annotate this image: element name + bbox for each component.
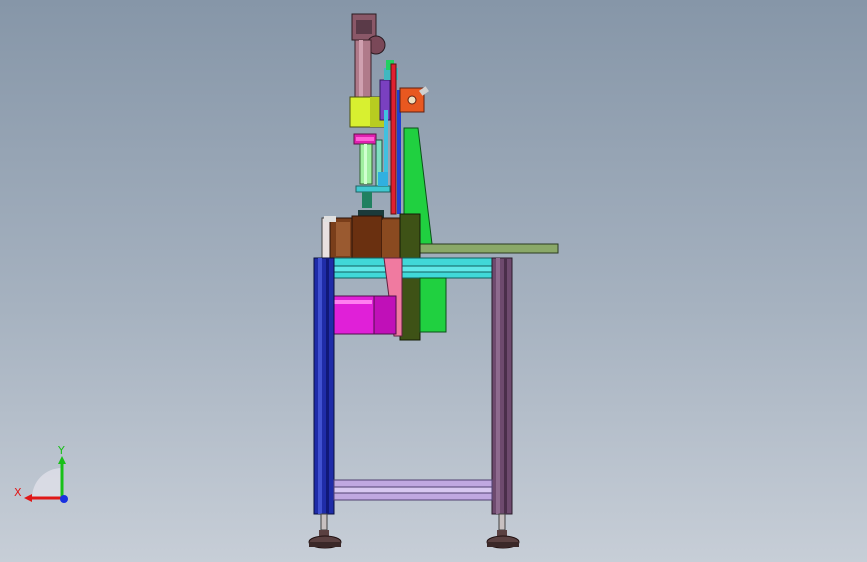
triad-plane-shade bbox=[32, 468, 62, 498]
left-leg bbox=[313, 257, 335, 515]
orientation-triad: Y X bbox=[14, 444, 68, 503]
right-foot bbox=[486, 513, 520, 549]
drum-assembly bbox=[321, 215, 403, 263]
left-foot bbox=[308, 513, 342, 549]
green-lower-block bbox=[419, 277, 447, 333]
table-top bbox=[417, 243, 559, 254]
x-axis-label: X bbox=[14, 486, 22, 499]
right-leg bbox=[491, 257, 513, 515]
z-axis-dot bbox=[60, 495, 68, 503]
motor bbox=[326, 295, 397, 335]
bottom-cross-bars bbox=[333, 479, 493, 501]
y-axis-label: Y bbox=[57, 444, 65, 457]
frame-rails bbox=[327, 257, 513, 279]
cad-viewport[interactable]: Y X bbox=[0, 0, 867, 562]
machine-model[interactable] bbox=[0, 0, 867, 562]
